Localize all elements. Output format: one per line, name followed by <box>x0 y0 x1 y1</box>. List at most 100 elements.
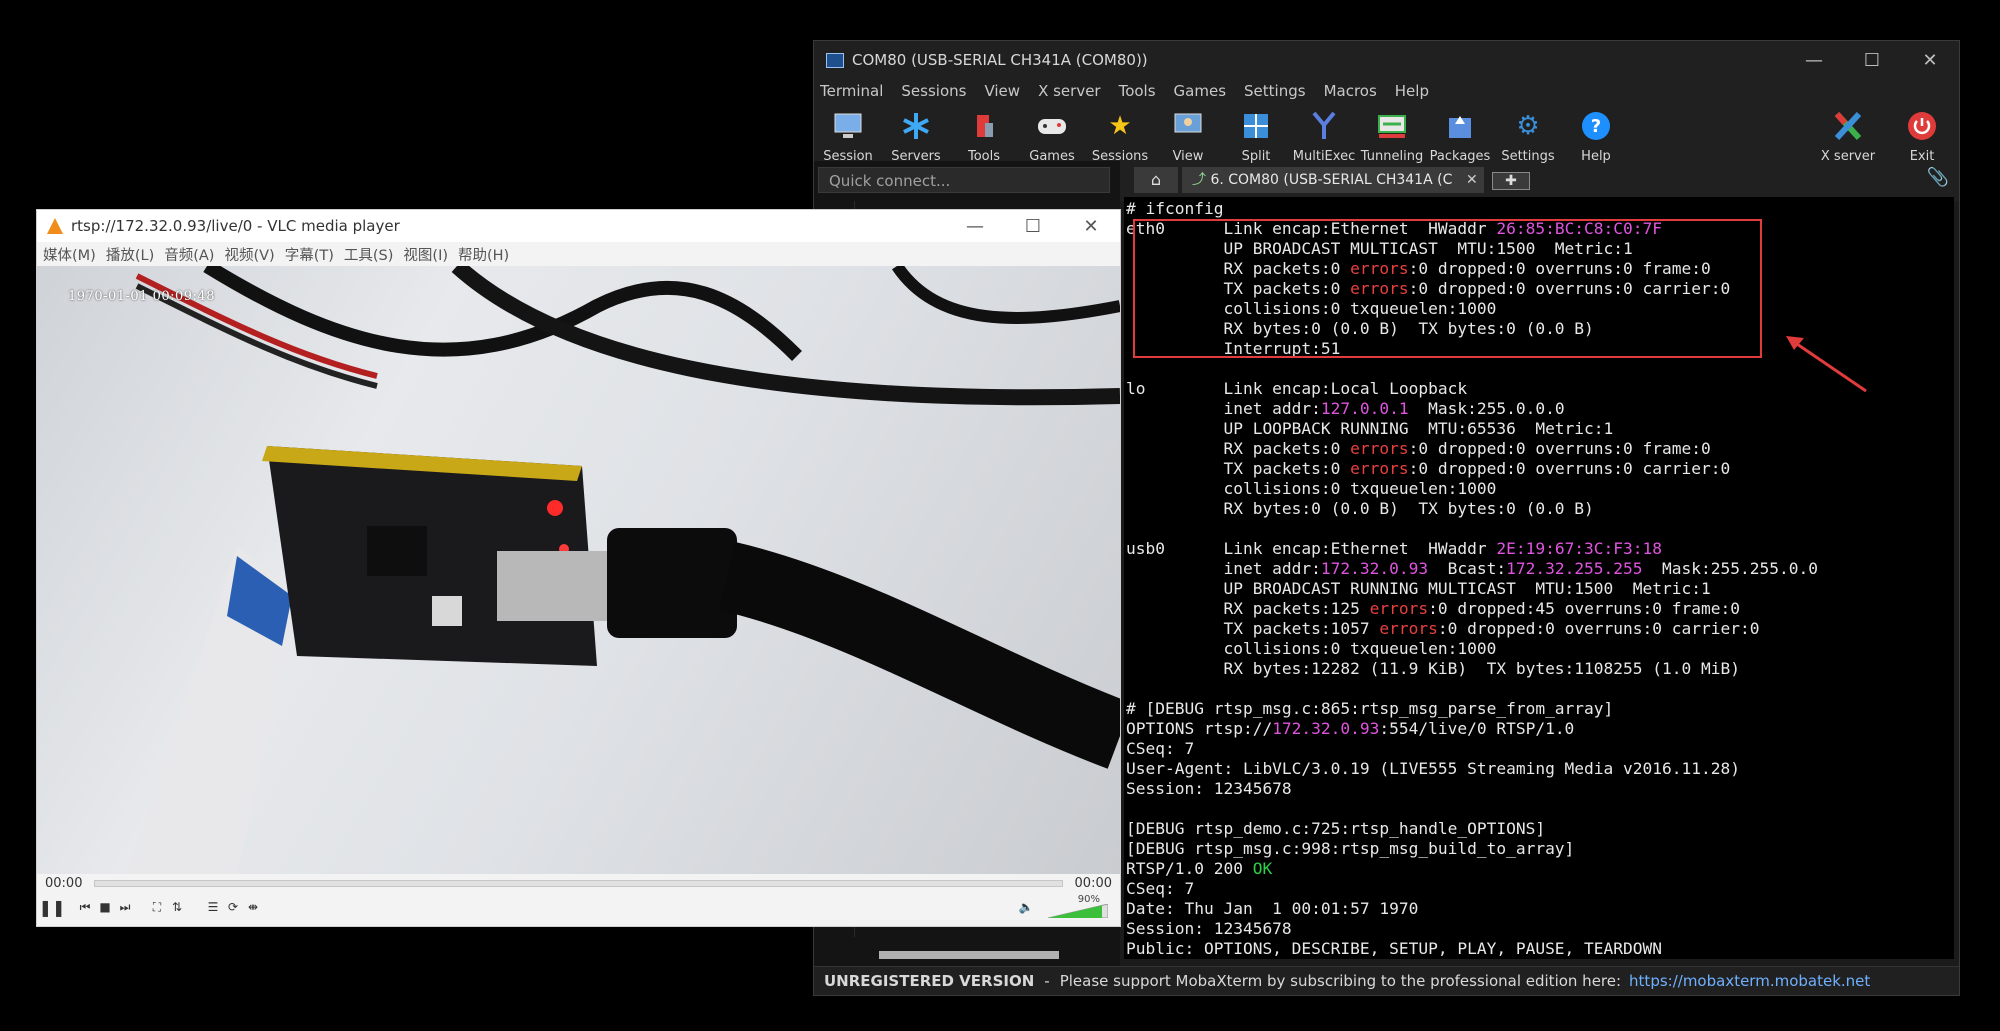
terminal-line: CSeq: 7 <box>1126 879 1818 899</box>
menu-tools[interactable]: Tools <box>1119 82 1156 100</box>
mute-button[interactable]: 🔈 <box>1018 898 1034 916</box>
maximize-button[interactable]: ☐ <box>1843 41 1901 79</box>
shuffle-button[interactable]: ⇼ <box>245 898 261 916</box>
terminal-line: inet addr:172.32.0.93 Bcast:172.32.255.2… <box>1126 559 1818 579</box>
vlc-cone-icon <box>47 218 63 234</box>
extended-settings-button[interactable]: ⇅ <box>169 898 185 916</box>
vlc-menu-playback[interactable]: 播放(L) <box>106 244 154 265</box>
home-tab[interactable]: ⌂ <box>1134 167 1178 193</box>
toolbar-help-button[interactable]: ? Help <box>1562 109 1630 164</box>
volume-slider[interactable] <box>1048 904 1108 918</box>
menu-games[interactable]: Games <box>1174 82 1226 100</box>
toolbar-servers-button[interactable]: Servers <box>882 109 950 164</box>
vlc-menu-tools[interactable]: 工具(S) <box>344 244 394 265</box>
terminal-segment: [DEBUG rtsp_demo.c:725:rtsp_handle_OPTIO… <box>1126 819 1546 838</box>
toolbar-xserver-button[interactable]: X server <box>1814 109 1882 164</box>
tools-icon <box>967 109 1001 143</box>
toolbar-packages-button[interactable]: Packages <box>1426 109 1494 164</box>
terminal-segment: UP LOOPBACK RUNNING MTU:65536 Metric:1 <box>1126 419 1614 438</box>
vlc-menu-audio[interactable]: 音频(A) <box>164 244 214 265</box>
menu-view[interactable]: View <box>984 82 1020 100</box>
terminal-segment: :0 dropped:0 overruns:0 frame:0 <box>1408 439 1711 458</box>
tab-close-icon[interactable]: ✕ <box>1466 167 1484 193</box>
terminal-segment: CSeq: 7 <box>1126 739 1195 758</box>
stop-button[interactable]: ■ <box>97 898 113 916</box>
fullscreen-button[interactable]: ⛶ <box>149 898 165 916</box>
previous-icon: ⏮ <box>79 899 91 914</box>
next-icon: ⏭ <box>119 899 131 914</box>
vlc-minimize-button[interactable]: — <box>946 210 1004 242</box>
terminal-line: Public: OPTIONS, DESCRIBE, SETUP, PLAY, … <box>1126 939 1818 959</box>
video-frame[interactable]: 1970-01-01 00:09:48 <box>37 266 1120 874</box>
menu-settings[interactable]: Settings <box>1244 82 1306 100</box>
status-message: Please support MobaXterm by subscribing … <box>1059 972 1622 990</box>
toolbar-multiexec-button[interactable]: MultiExec <box>1290 109 1358 164</box>
terminal-segment: errors <box>1350 439 1409 458</box>
terminal-line: RX bytes:12282 (11.9 KiB) TX bytes:11082… <box>1126 659 1818 679</box>
terminal-segment: Date: Thu Jan 1 00:01:57 1970 <box>1126 899 1419 918</box>
vlc-maximize-button[interactable]: ☐ <box>1004 210 1062 242</box>
terminal-segment: 2E:19:67:3C:F3:18 <box>1496 539 1663 558</box>
terminal-segment: collisions:0 txqueuelen:1000 <box>1126 639 1497 658</box>
toolbar-exit-button[interactable]: Exit <box>1888 109 1956 164</box>
menu-xserver[interactable]: X server <box>1038 82 1101 100</box>
sidebar-horizontal-scrollbar[interactable] <box>879 951 1059 959</box>
vlc-menu-subtitle[interactable]: 字幕(T) <box>285 244 334 265</box>
toolbar-view-button[interactable]: View <box>1154 109 1222 164</box>
toolbar-session-button[interactable]: Session <box>814 109 882 164</box>
terminal-segment: errors <box>1379 619 1438 638</box>
terminal-line: inet addr:127.0.0.1 Mask:255.0.0.0 <box>1126 399 1818 419</box>
toolbar-tunneling-button[interactable]: Tunneling <box>1358 109 1426 164</box>
moba-titlebar: COM80 (USB-SERIAL CH341A (COM80)) — ☐ ✕ <box>814 41 1959 79</box>
menu-macros[interactable]: Macros <box>1324 82 1377 100</box>
terminal-line: User-Agent: LibVLC/3.0.19 (LIVE555 Strea… <box>1126 759 1818 779</box>
terminal-segment: RX packets:125 <box>1126 599 1370 618</box>
terminal-line: # [DEBUG rtsp_msg.c:865:rtsp_msg_parse_f… <box>1126 699 1818 719</box>
seek-bar[interactable] <box>94 879 1063 887</box>
vlc-menu-video[interactable]: 视频(V) <box>224 244 274 265</box>
terminal-line: # ifconfig <box>1126 199 1818 219</box>
loop-button[interactable]: ⟳ <box>225 898 241 916</box>
home-icon: ⌂ <box>1150 170 1162 189</box>
terminal-segment: OPTIONS rtsp:// <box>1126 719 1273 738</box>
next-button[interactable]: ⏭ <box>117 898 133 916</box>
view-icon <box>1171 109 1205 143</box>
toolbar-sessions-button[interactable]: ★ Sessions <box>1086 109 1154 164</box>
mobatek-link[interactable]: https://mobaxterm.mobatek.net <box>1629 972 1870 990</box>
terminal-segment: TX packets:0 <box>1126 459 1351 478</box>
pause-button[interactable]: ❚❚ <box>39 898 66 917</box>
terminal-line: Date: Thu Jan 1 00:01:57 1970 <box>1126 899 1818 919</box>
vlc-menu-media[interactable]: 媒体(M) <box>43 244 96 265</box>
playlist-button[interactable]: ☰ <box>205 898 221 916</box>
vlc-titlebar: rtsp://172.32.0.93/live/0 - VLC media pl… <box>37 210 1120 242</box>
toolbar-split-button[interactable]: Split <box>1222 109 1290 164</box>
menu-sessions[interactable]: Sessions <box>901 82 966 100</box>
terminal-segment: 172.32.255.255 <box>1506 559 1643 578</box>
minimize-button[interactable]: — <box>1785 41 1843 79</box>
toolbar-games-button[interactable]: Games <box>1018 109 1086 164</box>
paperclip-icon[interactable]: 📎 <box>1927 167 1949 188</box>
seek-row: 00:00 00:00 <box>37 874 1120 892</box>
menu-help[interactable]: Help <box>1395 82 1429 100</box>
tab-com80[interactable]: ⤴ 6. COM80 (USB-SERIAL CH341A (C <box>1182 167 1484 193</box>
new-tab-button[interactable]: ✚ <box>1492 172 1530 190</box>
terminal-segment: inet addr: <box>1126 399 1321 418</box>
previous-button[interactable]: ⏮ <box>77 898 93 916</box>
terminal-line: usb0 Link encap:Ethernet HWaddr 2E:19:67… <box>1126 539 1818 559</box>
vlc-close-button[interactable]: ✕ <box>1062 210 1120 242</box>
multiexec-icon <box>1307 109 1341 143</box>
session-icon <box>831 109 865 143</box>
terminal-line: Session: 12345678 <box>1126 919 1818 939</box>
terminal-line: collisions:0 txqueuelen:1000 <box>1126 479 1818 499</box>
quick-connect-input[interactable]: Quick connect... <box>818 167 1110 193</box>
vlc-menu-help[interactable]: 帮助(H) <box>458 244 509 265</box>
vlc-menu-view[interactable]: 视图(I) <box>403 244 448 265</box>
menu-terminal[interactable]: Terminal <box>820 82 883 100</box>
toolbar-settings-button[interactable]: ⚙ Settings <box>1494 109 1562 164</box>
playlist-icon: ☰ <box>207 900 219 914</box>
toolbar-tools-button[interactable]: Tools <box>950 109 1018 164</box>
close-button[interactable]: ✕ <box>1901 41 1959 79</box>
